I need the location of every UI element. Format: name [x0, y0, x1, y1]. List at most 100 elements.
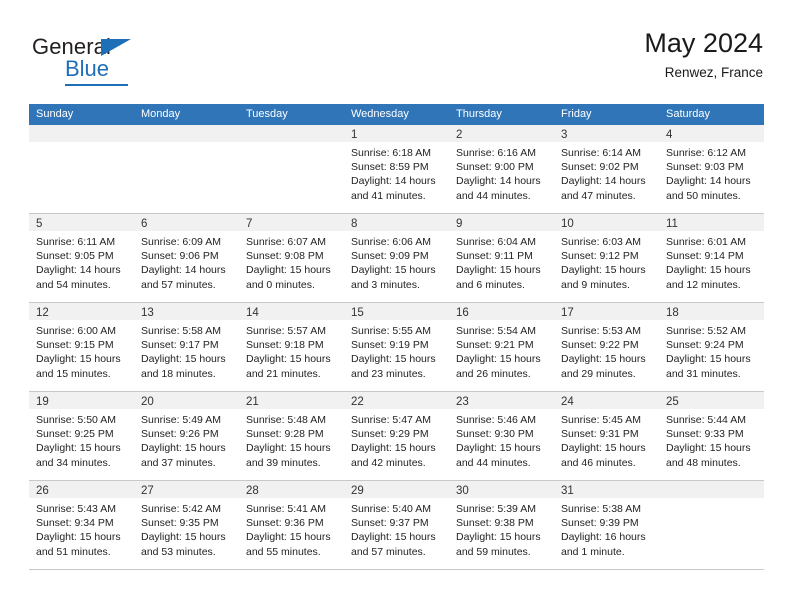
daylight-text: Daylight: 15 hours — [246, 264, 331, 277]
sunrise-text: Sunrise: 5:44 AM — [666, 414, 746, 426]
day-cell-17[interactable]: 17 Sunrise: 5:53 AM Sunset: 9:22 PM Dayligh… — [554, 303, 659, 391]
day-details: Sunrise: 5:40 AM Sunset: 9:37 PM Daylight:… — [344, 498, 449, 559]
day-number-band: 22 — [344, 392, 449, 409]
day-number-band: 17 — [554, 303, 659, 320]
day-number-band: 2 — [449, 125, 554, 142]
daylight-text: Daylight: 15 hours — [561, 264, 646, 277]
sunset-text: Sunset: 9:31 PM — [561, 428, 639, 441]
day-details: Sunrise: 5:57 AM Sunset: 9:18 PM Daylight:… — [239, 320, 344, 381]
day-cell-29[interactable]: 29 Sunrise: 5:40 AM Sunset: 9:37 PM Dayligh… — [344, 481, 449, 569]
day-cell-2[interactable]: 2 Sunrise: 6:16 AM Sunset: 9:00 PM Daylight… — [449, 125, 554, 213]
day-number-band — [29, 125, 134, 142]
sunset-text: Sunset: 9:00 PM — [456, 161, 534, 174]
day-cell-15[interactable]: 15 Sunrise: 5:55 AM Sunset: 9:19 PM Dayligh… — [344, 303, 449, 391]
day-cell-13[interactable]: 13 Sunrise: 5:58 AM Sunset: 9:17 PM Dayligh… — [134, 303, 239, 391]
weekday-header-tuesday: Tuesday — [246, 108, 288, 120]
day-details: Sunrise: 6:09 AM Sunset: 9:06 PM Daylight:… — [134, 231, 239, 292]
sunset-text: Sunset: 9:11 PM — [456, 250, 533, 263]
day-cell-3[interactable]: 3 Sunrise: 6:14 AM Sunset: 9:02 PM Daylight… — [554, 125, 659, 213]
day-number: 19 — [36, 396, 49, 408]
day-cell-20[interactable]: 20 Sunrise: 5:49 AM Sunset: 9:26 PM Dayligh… — [134, 392, 239, 480]
day-details: Sunrise: 6:07 AM Sunset: 9:08 PM Daylight:… — [239, 231, 344, 292]
sunset-text: Sunset: 9:14 PM — [666, 250, 744, 263]
day-details — [659, 498, 764, 502]
daylight-text: Daylight: 14 hours — [666, 175, 751, 188]
day-number: 29 — [351, 485, 364, 497]
sunrise-text: Sunrise: 6:16 AM — [456, 147, 536, 159]
daylight-text-cont: and 26 minutes. — [456, 367, 531, 380]
day-number-band: 10 — [554, 214, 659, 231]
day-details: Sunrise: 5:39 AM Sunset: 9:38 PM Daylight:… — [449, 498, 554, 559]
sunrise-text: Sunrise: 5:53 AM — [561, 325, 641, 337]
sunrise-text: Sunrise: 5:43 AM — [36, 503, 116, 515]
day-cell-9[interactable]: 9 Sunrise: 6:04 AM Sunset: 9:11 PM Daylight… — [449, 214, 554, 302]
sunset-text: Sunset: 9:03 PM — [666, 161, 744, 174]
day-details: Sunrise: 5:52 AM Sunset: 9:24 PM Daylight:… — [659, 320, 764, 381]
day-cell-18[interactable]: 18 Sunrise: 5:52 AM Sunset: 9:24 PM Dayligh… — [659, 303, 764, 391]
sunset-text: Sunset: 9:19 PM — [351, 339, 429, 352]
day-number: 4 — [666, 129, 673, 141]
day-cell-10[interactable]: 10 Sunrise: 6:03 AM Sunset: 9:12 PM Dayligh… — [554, 214, 659, 302]
day-number-band: 20 — [134, 392, 239, 409]
day-cell-12[interactable]: 12 Sunrise: 6:00 AM Sunset: 9:15 PM Dayligh… — [29, 303, 134, 391]
daylight-text-cont: and 29 minutes. — [561, 367, 636, 380]
day-cell-8[interactable]: 8 Sunrise: 6:06 AM Sunset: 9:09 PM Daylight… — [344, 214, 449, 302]
day-number: 3 — [561, 129, 568, 141]
day-cell-30[interactable]: 30 Sunrise: 5:39 AM Sunset: 9:38 PM Dayligh… — [449, 481, 554, 569]
day-cell-31[interactable]: 31 Sunrise: 5:38 AM Sunset: 9:39 PM Dayligh… — [554, 481, 659, 569]
day-details: Sunrise: 6:04 AM Sunset: 9:11 PM Daylight:… — [449, 231, 554, 292]
sunset-text: Sunset: 9:22 PM — [561, 339, 639, 352]
day-number-band: 16 — [449, 303, 554, 320]
logo-triangle-icon — [101, 39, 131, 56]
day-details — [134, 142, 239, 146]
day-cell-27[interactable]: 27 Sunrise: 5:42 AM Sunset: 9:35 PM Dayligh… — [134, 481, 239, 569]
day-details: Sunrise: 6:03 AM Sunset: 9:12 PM Daylight:… — [554, 231, 659, 292]
sunset-text: Sunset: 9:02 PM — [561, 161, 639, 174]
daylight-text: Daylight: 14 hours — [141, 264, 226, 277]
day-cell-4[interactable]: 4 Sunrise: 6:12 AM Sunset: 9:03 PM Daylight… — [659, 125, 764, 213]
day-number-band: 25 — [659, 392, 764, 409]
daylight-text-cont: and 34 minutes. — [36, 456, 111, 469]
day-cell-empty — [134, 125, 239, 213]
sunrise-text: Sunrise: 5:47 AM — [351, 414, 431, 426]
day-number-band: 29 — [344, 481, 449, 498]
sunrise-text: Sunrise: 5:38 AM — [561, 503, 641, 515]
day-cell-7[interactable]: 7 Sunrise: 6:07 AM Sunset: 9:08 PM Daylight… — [239, 214, 344, 302]
sunrise-text: Sunrise: 5:52 AM — [666, 325, 746, 337]
day-cell-19[interactable]: 19 Sunrise: 5:50 AM Sunset: 9:25 PM Dayligh… — [29, 392, 134, 480]
day-details: Sunrise: 5:49 AM Sunset: 9:26 PM Daylight:… — [134, 409, 239, 470]
day-cell-23[interactable]: 23 Sunrise: 5:46 AM Sunset: 9:30 PM Dayligh… — [449, 392, 554, 480]
day-cell-1[interactable]: 1 Sunrise: 6:18 AM Sunset: 8:59 PM Daylight… — [344, 125, 449, 213]
sunset-text: Sunset: 9:25 PM — [36, 428, 114, 441]
day-cell-5[interactable]: 5 Sunrise: 6:11 AM Sunset: 9:05 PM Daylight… — [29, 214, 134, 302]
day-number: 2 — [456, 129, 463, 141]
day-cell-21[interactable]: 21 Sunrise: 5:48 AM Sunset: 9:28 PM Dayligh… — [239, 392, 344, 480]
day-details: Sunrise: 5:42 AM Sunset: 9:35 PM Daylight:… — [134, 498, 239, 559]
day-cell-22[interactable]: 22 Sunrise: 5:47 AM Sunset: 9:29 PM Dayligh… — [344, 392, 449, 480]
day-details: Sunrise: 5:53 AM Sunset: 9:22 PM Daylight:… — [554, 320, 659, 381]
day-details: Sunrise: 5:44 AM Sunset: 9:33 PM Daylight:… — [659, 409, 764, 470]
sunset-text: Sunset: 9:21 PM — [456, 339, 534, 352]
day-number: 25 — [666, 396, 679, 408]
day-number: 31 — [561, 485, 574, 497]
daylight-text-cont: and 48 minutes. — [666, 456, 741, 469]
day-details: Sunrise: 6:16 AM Sunset: 9:00 PM Daylight:… — [449, 142, 554, 203]
day-number: 27 — [141, 485, 154, 497]
day-cell-14[interactable]: 14 Sunrise: 5:57 AM Sunset: 9:18 PM Dayligh… — [239, 303, 344, 391]
day-cell-25[interactable]: 25 Sunrise: 5:44 AM Sunset: 9:33 PM Dayligh… — [659, 392, 764, 480]
daylight-text: Daylight: 15 hours — [561, 442, 646, 455]
day-cell-16[interactable]: 16 Sunrise: 5:54 AM Sunset: 9:21 PM Dayligh… — [449, 303, 554, 391]
daylight-text: Daylight: 15 hours — [36, 442, 121, 455]
daylight-text-cont: and 42 minutes. — [351, 456, 426, 469]
daylight-text-cont: and 15 minutes. — [36, 367, 111, 380]
day-cell-28[interactable]: 28 Sunrise: 5:41 AM Sunset: 9:36 PM Dayligh… — [239, 481, 344, 569]
day-details: Sunrise: 6:11 AM Sunset: 9:05 PM Daylight:… — [29, 231, 134, 292]
daylight-text-cont: and 46 minutes. — [561, 456, 636, 469]
day-cell-24[interactable]: 24 Sunrise: 5:45 AM Sunset: 9:31 PM Dayligh… — [554, 392, 659, 480]
day-cell-26[interactable]: 26 Sunrise: 5:43 AM Sunset: 9:34 PM Dayligh… — [29, 481, 134, 569]
day-number-band: 14 — [239, 303, 344, 320]
day-cell-6[interactable]: 6 Sunrise: 6:09 AM Sunset: 9:06 PM Daylight… — [134, 214, 239, 302]
weekday-header-row: Sunday Monday Tuesday Wednesday Thursday Frid… — [29, 104, 764, 125]
day-number-band: 7 — [239, 214, 344, 231]
day-cell-11[interactable]: 11 Sunrise: 6:01 AM Sunset: 9:14 PM Dayligh… — [659, 214, 764, 302]
